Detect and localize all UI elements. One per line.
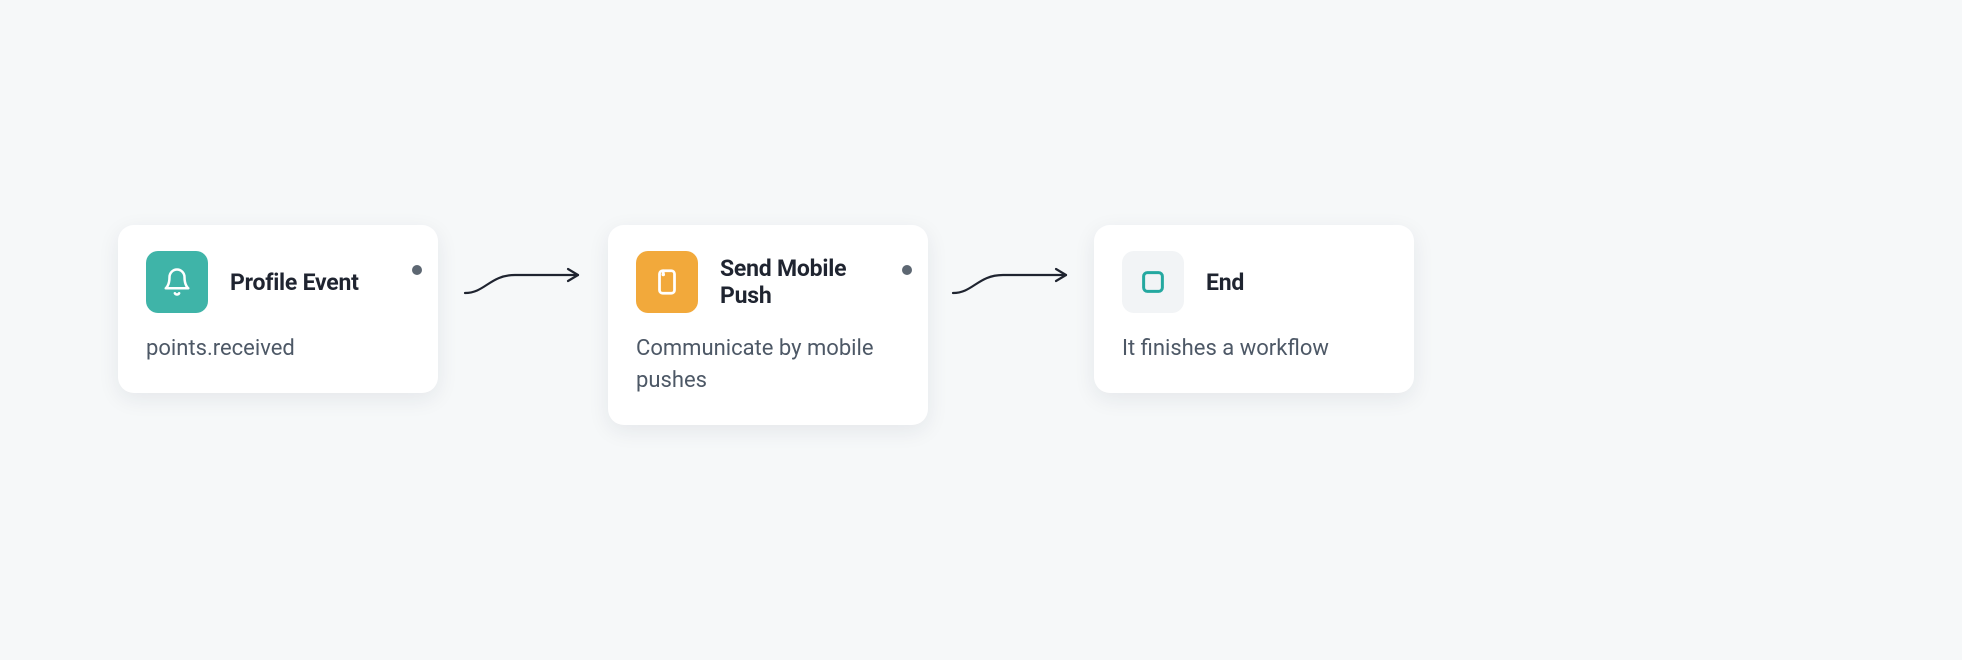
status-dot [412,265,422,275]
status-dot [902,265,912,275]
workflow-canvas[interactable]: Profile Event points.received Send Mobil… [0,0,1962,660]
device-icon [636,251,698,313]
node-title: Send Mobile Push [720,255,900,309]
node-end[interactable]: End It finishes a workflow [1094,225,1414,393]
connector-arrow [460,265,600,305]
node-profile-event[interactable]: Profile Event points.received [118,225,438,393]
bell-icon [146,251,208,313]
square-icon [1122,251,1184,313]
node-title: Profile Event [230,269,359,296]
connector-arrow [948,265,1088,305]
node-description: points.received [146,333,410,365]
node-send-mobile-push[interactable]: Send Mobile Push Communicate by mobile p… [608,225,928,425]
node-description: Communicate by mobile pushes [636,333,900,397]
node-title: End [1206,269,1244,296]
node-description: It finishes a workflow [1122,333,1386,365]
